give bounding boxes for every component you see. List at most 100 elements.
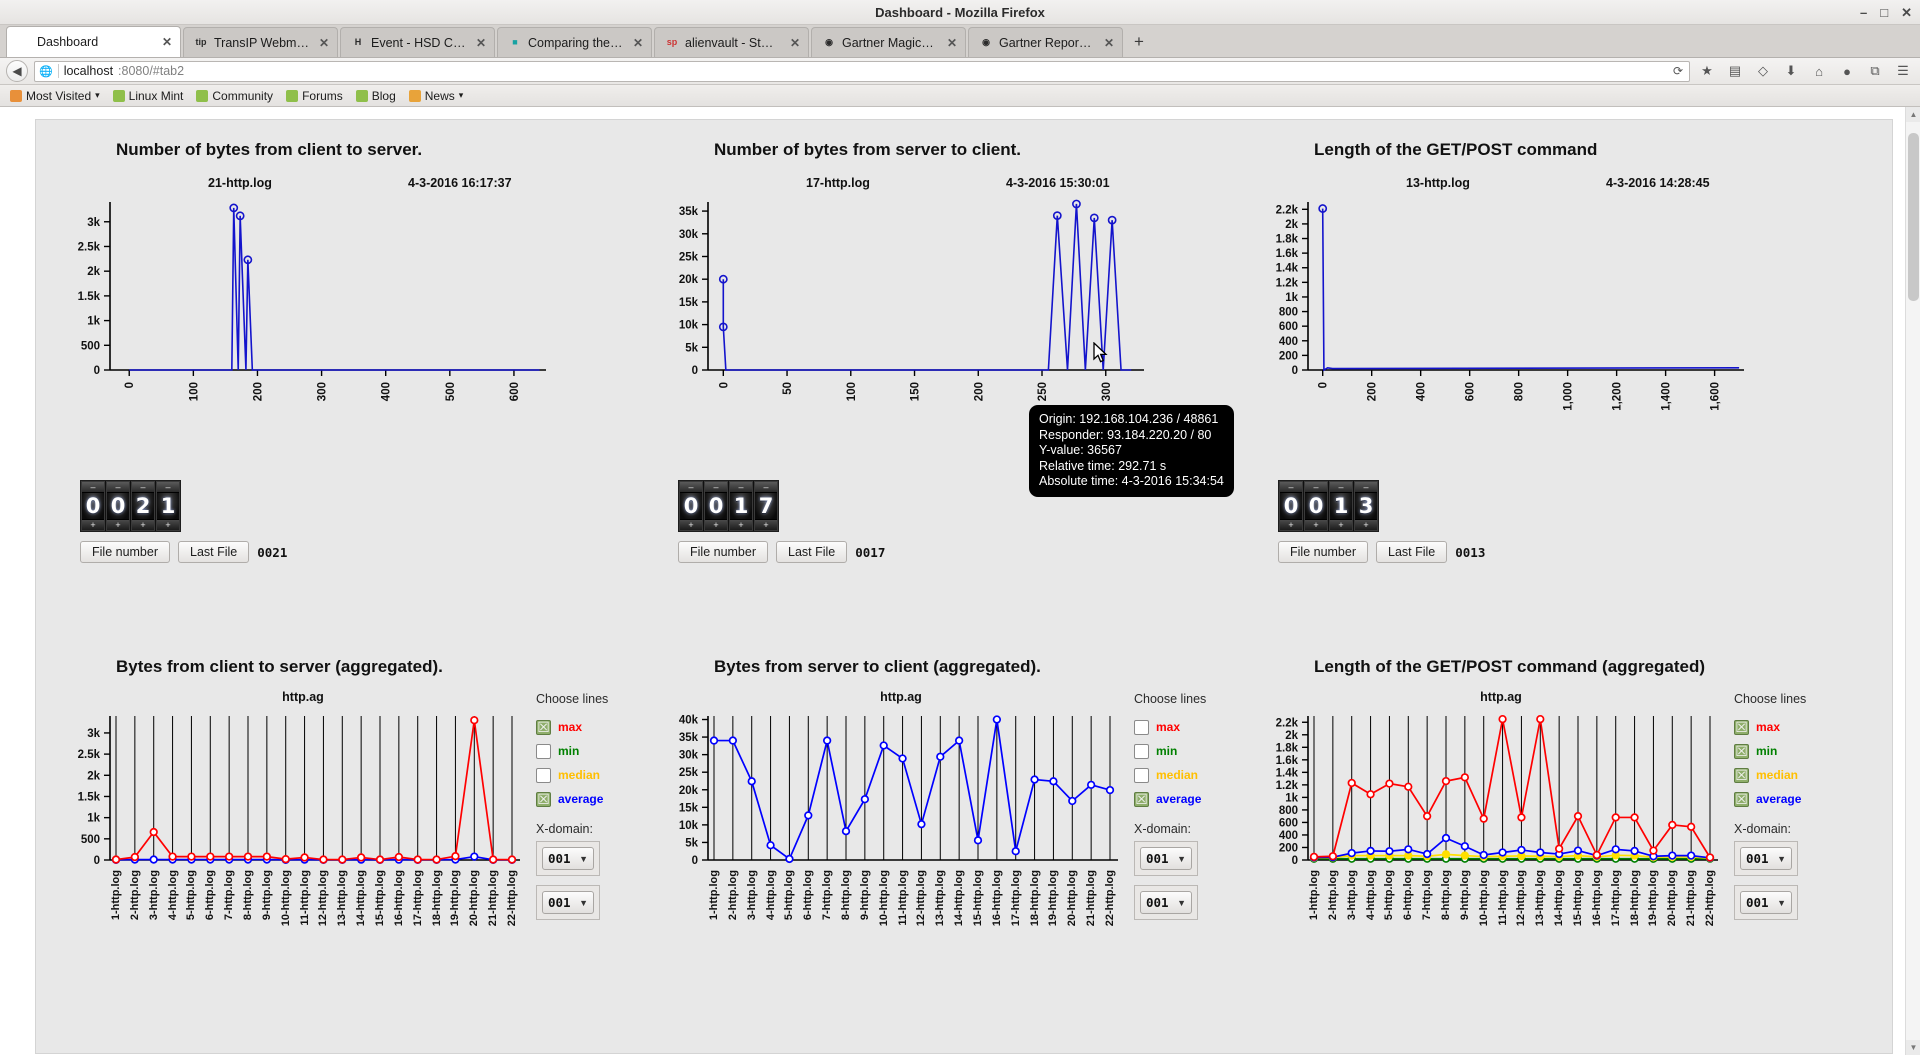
digit-decrement-button[interactable]: –: [1330, 482, 1352, 493]
browser-tab-0[interactable]: Dashboard ✕: [6, 26, 181, 57]
checkbox-max[interactable]: [1734, 719, 1749, 735]
legend-row-min[interactable]: min: [536, 739, 646, 763]
checkbox-max[interactable]: [1134, 719, 1149, 735]
scroll-up-arrow[interactable]: ▲: [1906, 107, 1920, 122]
digit-decrement-button[interactable]: –: [755, 482, 777, 493]
downloads-icon[interactable]: ⬇: [1780, 60, 1802, 82]
digit-spinner-1[interactable]: – 0 +: [106, 481, 130, 531]
tab-close-icon[interactable]: ✕: [786, 36, 800, 50]
digit-spinner-1[interactable]: – 0 +: [1304, 481, 1328, 531]
menu-icon[interactable]: ☰: [1892, 60, 1914, 82]
tab-close-icon[interactable]: ✕: [472, 36, 486, 50]
digit-increment-button[interactable]: +: [157, 519, 179, 530]
checkbox-min[interactable]: [1734, 743, 1749, 759]
digit-increment-button[interactable]: +: [82, 519, 104, 530]
file-number-button[interactable]: File number: [678, 541, 768, 563]
digit-spinner-0[interactable]: – 0 +: [679, 481, 703, 531]
bookmark-forums[interactable]: Forums: [281, 88, 348, 104]
chart-canvas-top-middle[interactable]: 0 5k 10k 15k 20k 25k 30k 35k 0 50 100 150 200 250 300: [656, 194, 1216, 426]
legend-row-average[interactable]: average: [536, 787, 646, 811]
digit-spinner-0[interactable]: – 0 +: [81, 481, 105, 531]
legend-row-max[interactable]: max: [536, 715, 646, 739]
digit-decrement-button[interactable]: –: [132, 482, 154, 493]
digit-spinner-3[interactable]: – 3 +: [1354, 481, 1378, 531]
home-icon[interactable]: ⌂: [1808, 60, 1830, 82]
legend-row-median[interactable]: median: [536, 763, 646, 787]
file-number-button[interactable]: File number: [1278, 541, 1368, 563]
reload-icon[interactable]: ⟳: [1673, 64, 1685, 78]
bookmark-blog[interactable]: Blog: [351, 88, 401, 104]
digit-spinner-2[interactable]: – 1 +: [1329, 481, 1353, 531]
bookmark-star-icon[interactable]: ★: [1696, 60, 1718, 82]
bookmark-linux-mint[interactable]: Linux Mint: [108, 88, 189, 104]
legend-row-median[interactable]: median: [1734, 763, 1844, 787]
scroll-down-arrow[interactable]: ▼: [1906, 1040, 1920, 1055]
digit-increment-button[interactable]: +: [680, 519, 702, 530]
digit-spinner-2[interactable]: – 2 +: [131, 481, 155, 531]
chart-canvas-bottom-right[interactable]: 0 200 400 600 800 1k 1.2k 1.4k 1.6k 1.8k 2k 2.2k: [1256, 708, 1726, 868]
maximize-button[interactable]: □: [1880, 5, 1888, 20]
digit-decrement-button[interactable]: –: [1280, 482, 1302, 493]
digit-decrement-button[interactable]: –: [1305, 482, 1327, 493]
digit-increment-button[interactable]: +: [730, 519, 752, 530]
file-number-spinner[interactable]: – 0 + – 0 + – 1 + – 7 +: [678, 480, 779, 532]
digit-spinner-0[interactable]: – 0 +: [1279, 481, 1303, 531]
tab-close-icon[interactable]: ✕: [315, 36, 329, 50]
legend-row-average[interactable]: average: [1734, 787, 1844, 811]
browser-tab-2[interactable]: H Event - HSD Café: Inti... ✕: [340, 27, 495, 57]
shield-icon[interactable]: ◇: [1752, 60, 1774, 82]
chat-icon[interactable]: ●: [1836, 60, 1858, 82]
chart-canvas-bottom-middle[interactable]: 0 5k 10k 15k 20k 25k 30k 35k 40k: [656, 708, 1126, 868]
last-file-button[interactable]: Last File: [1376, 541, 1448, 563]
legend-row-median[interactable]: median: [1134, 763, 1244, 787]
digit-increment-button[interactable]: +: [107, 519, 129, 530]
digit-increment-button[interactable]: +: [1330, 519, 1352, 530]
digit-increment-button[interactable]: +: [1305, 519, 1327, 530]
browser-tab-1[interactable]: tip TransIP Webmail :: Net... ✕: [183, 27, 338, 57]
digit-spinner-1[interactable]: – 0 +: [704, 481, 728, 531]
browser-tab-6[interactable]: ◉ Gartner Report: Magic ... ✕: [968, 27, 1123, 57]
checkbox-average[interactable]: [536, 791, 551, 807]
digit-increment-button[interactable]: +: [1355, 519, 1377, 530]
file-number-spinner[interactable]: – 0 + – 0 + – 2 + – 1 +: [80, 480, 181, 532]
digit-decrement-button[interactable]: –: [730, 482, 752, 493]
digit-decrement-button[interactable]: –: [82, 482, 104, 493]
digit-increment-button[interactable]: +: [132, 519, 154, 530]
checkbox-min[interactable]: [536, 743, 551, 759]
digit-decrement-button[interactable]: –: [157, 482, 179, 493]
new-tab-button[interactable]: +: [1125, 27, 1153, 57]
bookmark-most-visited[interactable]: Most Visited ▾: [5, 88, 105, 104]
browser-tab-5[interactable]: ◉ Gartner Magic Quadra... ✕: [811, 27, 966, 57]
x-domain-start-select[interactable]: 001 ▼: [542, 847, 594, 870]
digit-decrement-button[interactable]: –: [107, 482, 129, 493]
x-domain-start-select[interactable]: 001 ▼: [1140, 847, 1192, 870]
x-domain-end-select[interactable]: 001 ▼: [542, 891, 594, 914]
digit-decrement-button[interactable]: –: [1355, 482, 1377, 493]
browser-tab-4[interactable]: sp alienvault - Startpage ... ✕: [654, 27, 809, 57]
digit-increment-button[interactable]: +: [705, 519, 727, 530]
checkbox-average[interactable]: [1734, 791, 1749, 807]
legend-row-min[interactable]: min: [1134, 739, 1244, 763]
digit-decrement-button[interactable]: –: [705, 482, 727, 493]
tab-close-icon[interactable]: ✕: [158, 35, 172, 49]
checkbox-average[interactable]: [1134, 791, 1149, 807]
x-domain-end-select[interactable]: 001 ▼: [1740, 891, 1792, 914]
close-window-button[interactable]: ✕: [1901, 5, 1912, 21]
checkbox-median[interactable]: [536, 767, 551, 783]
digit-spinner-3[interactable]: – 1 +: [156, 481, 180, 531]
back-button[interactable]: ◀: [6, 60, 28, 82]
last-file-button[interactable]: Last File: [776, 541, 848, 563]
minimize-button[interactable]: –: [1860, 5, 1867, 20]
chart-canvas-top-right[interactable]: 0 200 400 600 800 1k 1.2k 1.4k 1.6k 1.8k 2k 2.2k 0 20…: [1256, 194, 1816, 426]
legend-row-min[interactable]: min: [1734, 739, 1844, 763]
last-file-button[interactable]: Last File: [178, 541, 250, 563]
sync-icon[interactable]: ⧉: [1864, 60, 1886, 82]
scroll-thumb[interactable]: [1908, 133, 1919, 301]
digit-spinner-3[interactable]: – 7 +: [754, 481, 778, 531]
legend-row-max[interactable]: max: [1134, 715, 1244, 739]
x-domain-start-select[interactable]: 001 ▼: [1740, 847, 1792, 870]
legend-row-max[interactable]: max: [1734, 715, 1844, 739]
digit-increment-button[interactable]: +: [1280, 519, 1302, 530]
bookmark-community[interactable]: Community: [191, 88, 278, 104]
browser-tab-3[interactable]: ■ Comparing the best SI... ✕: [497, 27, 652, 57]
